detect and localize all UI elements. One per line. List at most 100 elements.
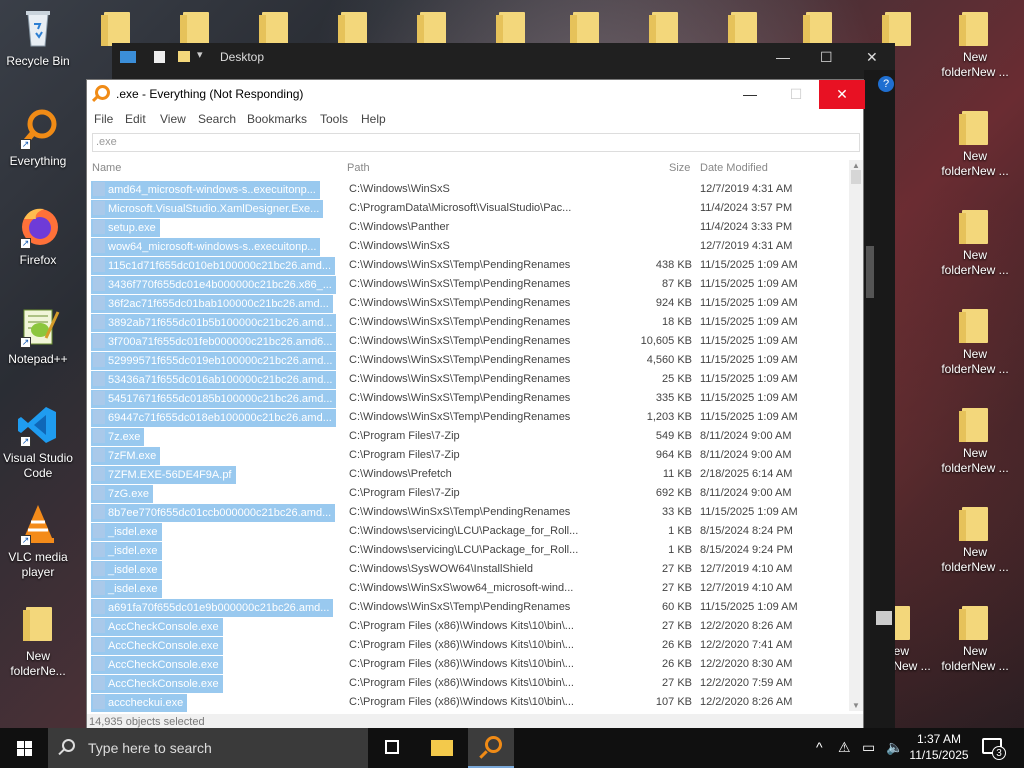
column-name[interactable]: Name [92, 162, 121, 174]
taskbar-file-explorer[interactable] [418, 728, 464, 768]
result-row[interactable]: AccCheckConsole.exe C:\Program Files (x86… [87, 617, 849, 636]
explorer-minimize-button[interactable]: — [776, 49, 790, 65]
everything-title-bar[interactable]: .exe - Everything (Not Responding) — ☐ ✕ [87, 80, 865, 109]
folder-icon[interactable] [417, 12, 446, 46]
desktop-icon-notepad-plus-plus[interactable]: ↗ Notepad++ [1, 304, 75, 367]
result-row[interactable]: 69447c71f655dc018eb100000c21bc26.amd... C… [87, 408, 849, 427]
desktop-icon-vlc[interactable]: ↗ VLC media player [1, 502, 75, 580]
menu-view[interactable]: View [160, 112, 186, 126]
preview-pane-icon[interactable] [876, 611, 892, 625]
network-icon[interactable]: ▭ [862, 739, 875, 756]
result-row[interactable]: 3436f770f655dc01e4b000000c21bc26.x86_...… [87, 275, 849, 294]
result-row[interactable]: wow64_microsoft-windows-s..execuitonp...… [87, 237, 849, 256]
result-row[interactable]: 115c1d71f655dc010eb100000c21bc26.amd... C… [87, 256, 849, 275]
everything-window[interactable]: .exe - Everything (Not Responding) — ☐ ✕… [86, 79, 865, 730]
result-size: 26 KB [662, 658, 692, 670]
result-date: 12/2/2020 8:26 AM [700, 620, 793, 632]
properties-icon[interactable] [154, 51, 165, 63]
result-row[interactable]: 53436a71f655dc016ab100000c21bc26.amd... C… [87, 370, 849, 389]
folder-icon[interactable] [882, 12, 911, 46]
result-row[interactable]: 54517671f655dc0185b100000c21bc26.amd... C… [87, 389, 849, 408]
menu-edit[interactable]: Edit [125, 112, 146, 126]
result-row[interactable]: AccCheckConsole.exe C:\Program Files (x86… [87, 636, 849, 655]
desktop-folder[interactable]: New folderNew ... [938, 210, 1012, 278]
task-view-button[interactable] [370, 728, 416, 768]
column-size[interactable]: Size [669, 162, 690, 174]
desktop-icon-firefox[interactable]: ↗ Firefox [1, 205, 75, 268]
result-row[interactable]: _isdel.exe C:\Windows\servicing\LCU\Packa… [87, 522, 849, 541]
result-row[interactable]: 52999571f655dc019eb100000c21bc26.amd... C… [87, 351, 849, 370]
show-hidden-icons-chevron-icon[interactable]: ^ [816, 739, 823, 755]
scroll-up-icon[interactable]: ▲ [852, 161, 860, 170]
desktop-folder[interactable]: New folderNew ... [938, 309, 1012, 377]
folder-icon[interactable] [338, 12, 367, 46]
clock[interactable]: 1:37 AM 11/15/2025 [905, 731, 973, 763]
result-row[interactable]: 3f700a71f655dc01feb000000c21bc26.amd6...… [87, 332, 849, 351]
folder-icon[interactable] [570, 12, 599, 46]
menu-search[interactable]: Search [198, 112, 236, 126]
result-row[interactable]: amd64_microsoft-windows-s..execuitonp...… [87, 180, 849, 199]
column-date-modified[interactable]: Date Modified [700, 162, 768, 174]
explorer-maximize-button[interactable]: ☐ [820, 49, 833, 66]
results-scrollbar[interactable]: ▲ ▼ [849, 160, 863, 711]
result-row[interactable]: 3892ab71f655dc01b5b100000c21bc26.amd... C… [87, 313, 849, 332]
result-size: 4,560 KB [646, 354, 692, 366]
folder-icon[interactable] [803, 12, 832, 46]
desktop-folder[interactable]: New folderNew ... [938, 12, 1012, 80]
result-row[interactable]: _isdel.exe C:\Windows\SysWOW64\InstallShi… [87, 560, 849, 579]
security-icon[interactable]: ⚠ [838, 739, 851, 756]
result-row[interactable]: 36f2ac71f655dc01bab100000c21bc26.amd... C… [87, 294, 849, 313]
desktop-icon-folder[interactable]: New folderNe... [1, 601, 75, 679]
explorer-close-button[interactable]: ✕ [866, 49, 878, 66]
notification-center-button[interactable]: 3 [982, 738, 1006, 760]
result-row[interactable]: acccheckui.exe C:\Program Files (x86)\Win… [87, 693, 849, 712]
folder-icon[interactable] [259, 12, 288, 46]
start-button[interactable] [0, 728, 48, 768]
folder-icon[interactable] [649, 12, 678, 46]
desktop-icon-recycle-bin[interactable]: Recycle Bin [1, 6, 75, 69]
scroll-down-icon[interactable]: ▼ [852, 701, 860, 710]
result-row[interactable]: 7ZFM.EXE-56DE4F9A.pf C:\Windows\Prefetch 1… [87, 465, 849, 484]
desktop-folder[interactable]: New folderNew ... [938, 408, 1012, 476]
menu-bookmarks[interactable]: Bookmarks [247, 112, 307, 126]
desktop-icon-vscode[interactable]: ↗ Visual Studio Code [1, 403, 75, 481]
desktop-folder[interactable]: New folderNew ... [938, 111, 1012, 179]
taskbar-search-box[interactable]: Type here to search [48, 728, 368, 768]
result-row[interactable]: 7zG.exe C:\Program Files\7-Zip 692 KB 8/11/… [87, 484, 849, 503]
result-row[interactable]: 7z.exe C:\Program Files\7-Zip 549 KB 8/11/2… [87, 427, 849, 446]
result-date: 11/4/2024 3:33 PM [700, 221, 793, 233]
scrollbar-thumb[interactable] [851, 170, 861, 184]
result-row[interactable]: Microsoft.VisualStudio.XamlDesigner.Exe.… [87, 199, 849, 218]
search-input[interactable]: .exe [92, 133, 860, 152]
result-row[interactable]: setup.exe C:\Windows\Panther 11/4/2024 3:3… [87, 218, 849, 237]
result-row[interactable]: AccCheckConsole.exe C:\Program Files (x86… [87, 655, 849, 674]
desktop-icon-everything[interactable]: ↗ Everything [1, 106, 75, 169]
desktop-folder[interactable]: New folderNew ... [938, 507, 1012, 575]
folder-icon[interactable] [728, 12, 757, 46]
desktop-folder[interactable]: New folderNew ... [938, 606, 1012, 674]
close-button[interactable]: ✕ [819, 80, 865, 109]
column-path[interactable]: Path [347, 162, 370, 174]
new-folder-icon[interactable] [178, 51, 190, 62]
folder-icon[interactable] [496, 12, 525, 46]
menu-help[interactable]: Help [361, 112, 386, 126]
result-row[interactable]: _isdel.exe C:\Windows\WinSxS\wow64_micros… [87, 579, 849, 598]
folder-icon [959, 507, 988, 541]
shortcut-arrow-icon: ↗ [20, 238, 31, 249]
maximize-button[interactable]: ☐ [773, 80, 819, 109]
result-row[interactable]: AccCheckConsole.exe C:\Program Files (x86… [87, 674, 849, 693]
minimize-button[interactable]: — [727, 80, 773, 109]
explorer-scrollbar-thumb[interactable] [866, 246, 874, 298]
help-icon[interactable]: ? [878, 76, 894, 92]
menu-tools[interactable]: Tools [320, 112, 348, 126]
folder-icon[interactable] [180, 12, 209, 46]
result-row[interactable]: 7zFM.exe C:\Program Files\7-Zip 964 KB 8/11… [87, 446, 849, 465]
result-row[interactable]: a691fa70f655dc01e9b000000c21bc26.amd... C… [87, 598, 849, 617]
folder-icon[interactable] [101, 12, 130, 46]
volume-muted-icon[interactable]: 🔈 [886, 739, 903, 756]
result-row[interactable]: 8b7ee770f655dc01ccb000000c21bc26.amd... C… [87, 503, 849, 522]
taskbar-everything[interactable] [468, 728, 514, 768]
menu-file[interactable]: File [94, 112, 113, 126]
quick-access-dropdown-icon[interactable]: ▾ [197, 48, 203, 61]
result-row[interactable]: _isdel.exe C:\Windows\servicing\LCU\Packa… [87, 541, 849, 560]
